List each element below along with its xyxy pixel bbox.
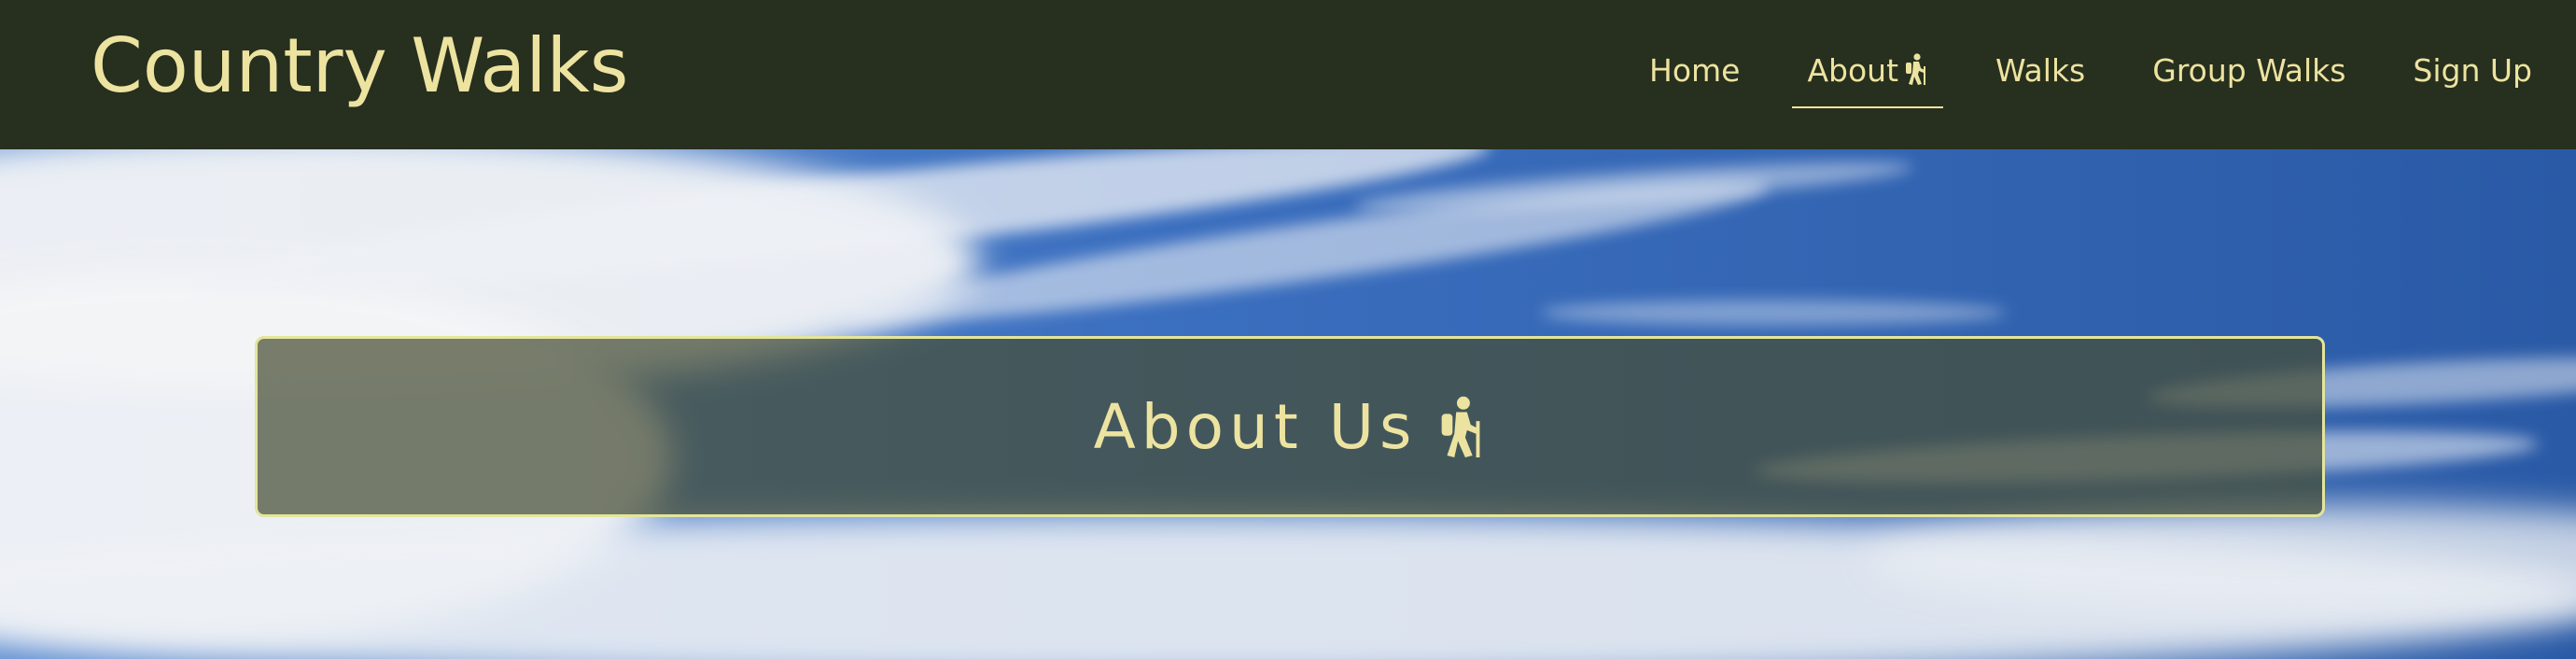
nav-link-walks[interactable]: Walks [1995,43,2085,99]
nav-link-home[interactable]: Home [1649,43,1740,99]
nav-links: Home About Walks Group Walks Sign Up [1649,43,2532,108]
top-navbar: Country Walks Home About Walks Group Wal… [0,0,2576,149]
nav-link-about[interactable]: About [1792,43,1943,108]
hero-title: About Us [1094,391,1487,463]
page: Country Walks Home About Walks Group Wal… [0,0,2576,659]
person-hiking-icon [1904,47,1928,85]
nav-link-sign-up[interactable]: Sign Up [2413,43,2532,99]
brand-title[interactable]: Country Walks [91,15,628,118]
person-hiking-icon [1437,396,1486,457]
nav-link-group-walks[interactable]: Group Walks [2152,43,2345,99]
hero-title-box: About Us [255,336,2325,517]
hero-banner: About Us [0,149,2576,659]
nav-link-about-label: About [1807,52,1899,89]
hero-title-text: About Us [1093,390,1418,463]
